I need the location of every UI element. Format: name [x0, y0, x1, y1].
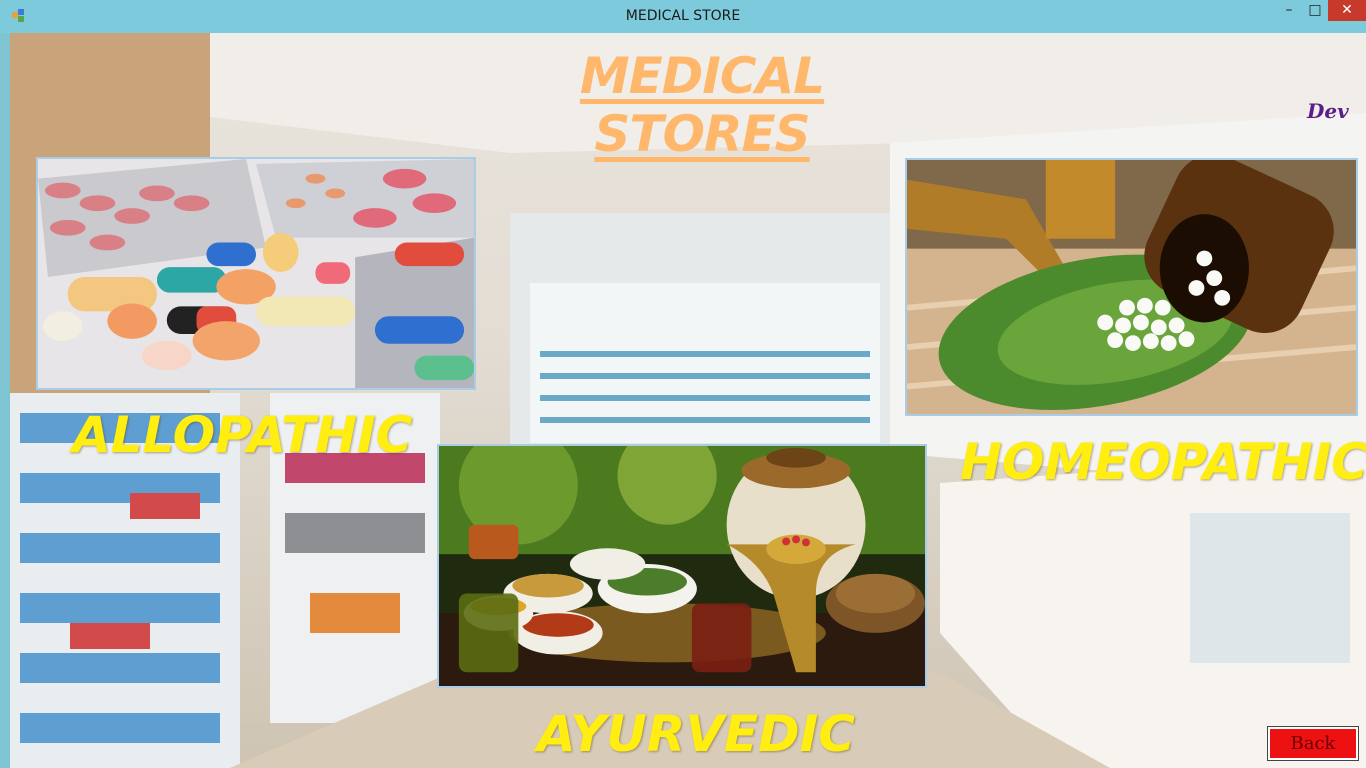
homeopathic-label[interactable]: HOMEOPATHIC — [960, 433, 1366, 491]
title-bar: MEDICAL STORE – □ ✕ — [0, 0, 1366, 33]
store-background: MEDICAL STORES Dev ALLOPATHIC HOMEOPATHI… — [10, 33, 1366, 768]
minimize-button[interactable]: – — [1276, 0, 1302, 21]
ayurvedic-label[interactable]: AYURVEDIC — [537, 705, 855, 763]
allopathic-image[interactable] — [36, 157, 476, 390]
maximize-button[interactable]: □ — [1302, 0, 1328, 21]
homeopathy-bottle-image — [907, 160, 1356, 414]
page-title: MEDICAL STORES — [579, 47, 825, 163]
back-button[interactable]: Back — [1267, 726, 1359, 761]
herbs-spices-image — [439, 446, 925, 686]
homeopathic-image[interactable] — [905, 158, 1358, 416]
window-title: MEDICAL STORE — [625, 8, 741, 24]
close-button[interactable]: ✕ — [1328, 0, 1366, 21]
pills-capsules-image — [38, 159, 474, 388]
ayurvedic-image[interactable] — [437, 444, 927, 688]
author-name: Dev — [1307, 99, 1349, 123]
allopathic-label[interactable]: ALLOPATHIC — [72, 406, 412, 464]
